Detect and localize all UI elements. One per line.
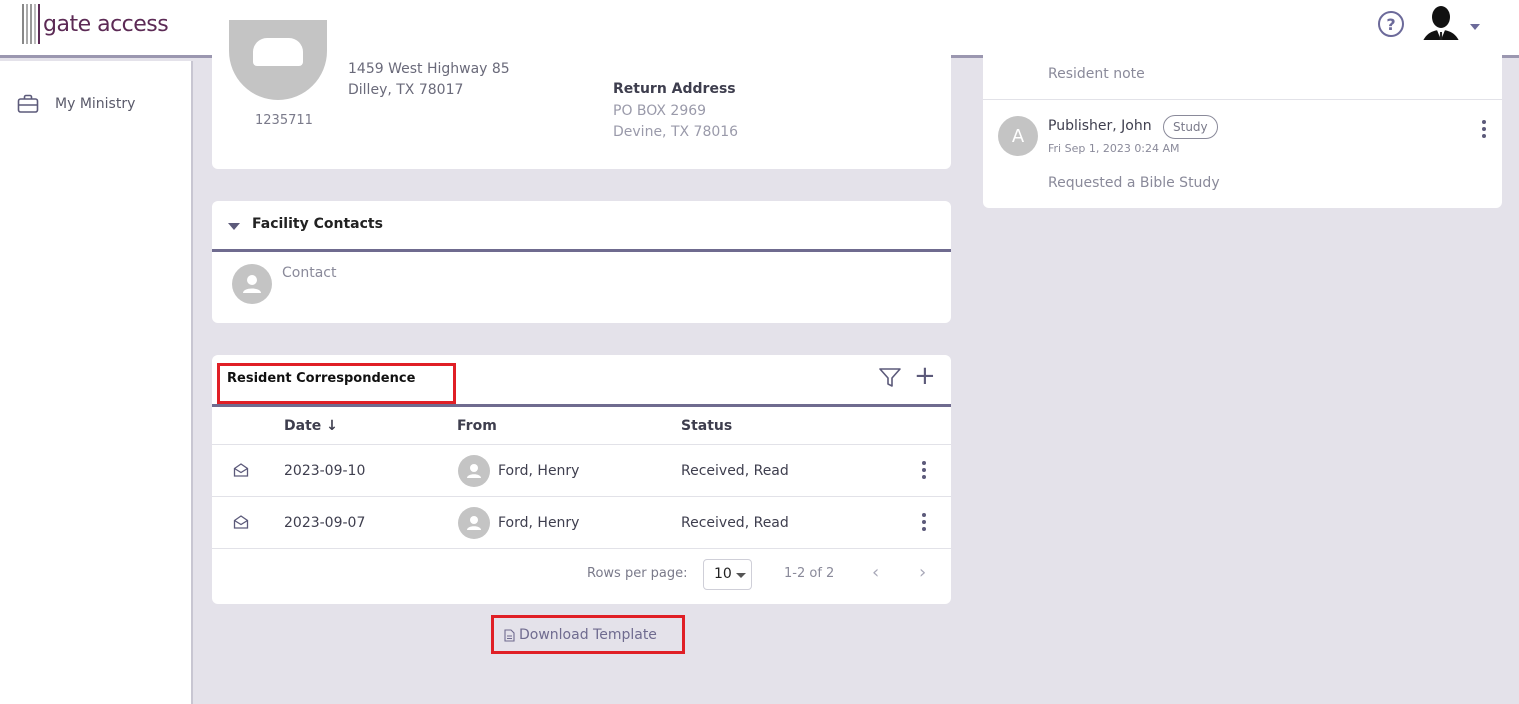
logo-text: gate access bbox=[43, 11, 169, 37]
column-header-status[interactable]: Status bbox=[681, 418, 732, 434]
row-status: Received, Read bbox=[681, 463, 789, 479]
collapse-triangle-icon[interactable] bbox=[228, 223, 240, 230]
notes-card: Resident note A Publisher, John Study Fr… bbox=[983, 40, 1502, 208]
divider bbox=[983, 99, 1502, 100]
sidebar: My Ministry bbox=[0, 61, 193, 704]
facility-contacts-title: Facility Contacts bbox=[252, 216, 383, 232]
sender-avatar-icon bbox=[458, 455, 490, 487]
divider bbox=[212, 548, 951, 549]
resident-photo bbox=[229, 20, 327, 100]
chevron-down-icon bbox=[736, 573, 746, 578]
row-status: Received, Read bbox=[681, 515, 789, 531]
document-icon bbox=[504, 628, 515, 642]
return-address-label: Return Address bbox=[613, 81, 736, 97]
row-from: Ford, Henry bbox=[498, 515, 580, 531]
correspondence-header: Resident Correspondence + bbox=[212, 355, 951, 407]
add-correspondence-button[interactable]: + bbox=[914, 363, 936, 389]
chevron-down-icon bbox=[1470, 24, 1480, 30]
download-template-label: Download Template bbox=[519, 627, 657, 643]
contact-avatar-icon bbox=[232, 264, 272, 304]
divider bbox=[212, 496, 951, 497]
app-logo[interactable]: gate access bbox=[22, 4, 169, 44]
note-type-badge: Study bbox=[1163, 115, 1218, 139]
rows-per-page-value: 10 bbox=[714, 566, 732, 582]
rows-per-page-label: Rows per page: bbox=[587, 566, 688, 581]
logo-bars-icon bbox=[22, 4, 40, 44]
column-header-date[interactable]: Date ↓ bbox=[284, 418, 338, 434]
row-date: 2023-09-07 bbox=[284, 515, 366, 531]
help-circle-icon[interactable]: ? bbox=[1378, 11, 1404, 37]
person-silhouette-icon bbox=[253, 38, 303, 66]
return-address-line1: PO BOX 2969 bbox=[613, 103, 707, 119]
resident-id: 1235711 bbox=[255, 113, 313, 128]
column-header-from[interactable]: From bbox=[457, 418, 497, 434]
resident-correspondence-card: Resident Correspondence + Date ↓ From St… bbox=[212, 355, 951, 604]
note-more-options-icon[interactable] bbox=[1482, 120, 1486, 141]
previous-page-button[interactable]: ‹ bbox=[872, 564, 879, 582]
row-more-options-icon[interactable] bbox=[921, 461, 927, 482]
facility-contacts-card: Facility Contacts Contact bbox=[212, 201, 951, 323]
note-text: Requested a Bible Study bbox=[1048, 175, 1220, 191]
resident-info-card: 1235711 1459 West Highway 85 Dilley, TX … bbox=[212, 20, 951, 169]
sidebar-item-label: My Ministry bbox=[55, 96, 136, 112]
note-author-avatar: A bbox=[998, 116, 1038, 156]
sort-arrow-down-icon: ↓ bbox=[326, 418, 338, 434]
resident-address: 1459 West Highway 85 Dilley, TX 78017 bbox=[348, 59, 510, 101]
row-date: 2023-09-10 bbox=[284, 463, 366, 479]
download-template-link[interactable]: Download Template bbox=[504, 627, 657, 643]
briefcase-icon bbox=[17, 94, 39, 113]
address-line2: Dilley, TX 78017 bbox=[348, 82, 464, 98]
filter-icon[interactable] bbox=[878, 367, 902, 389]
row-more-options-icon[interactable] bbox=[921, 513, 927, 534]
facility-contacts-header[interactable]: Facility Contacts bbox=[212, 201, 951, 252]
envelope-open-icon bbox=[233, 515, 249, 529]
return-address: PO BOX 2969 Devine, TX 78016 bbox=[613, 101, 738, 143]
sender-avatar-icon bbox=[458, 507, 490, 539]
address-line1: 1459 West Highway 85 bbox=[348, 61, 510, 77]
pagination-range: 1-2 of 2 bbox=[784, 566, 835, 581]
sidebar-item-my-ministry[interactable]: My Ministry bbox=[17, 94, 135, 114]
row-from: Ford, Henry bbox=[498, 463, 580, 479]
rows-per-page-select[interactable]: 10 bbox=[703, 559, 752, 590]
divider bbox=[212, 444, 951, 445]
note-text: Resident note bbox=[1048, 66, 1145, 82]
note-date: Fri Sep 1, 2023 0:24 AM bbox=[1048, 142, 1180, 155]
note-author-name: Publisher, John bbox=[1048, 118, 1152, 134]
highlight-box: Download Template bbox=[491, 615, 685, 654]
highlight-box bbox=[217, 363, 456, 404]
next-page-button[interactable]: › bbox=[919, 564, 926, 582]
envelope-open-icon bbox=[233, 463, 249, 477]
return-address-line2: Devine, TX 78016 bbox=[613, 124, 739, 140]
contact-label: Contact bbox=[282, 265, 337, 281]
